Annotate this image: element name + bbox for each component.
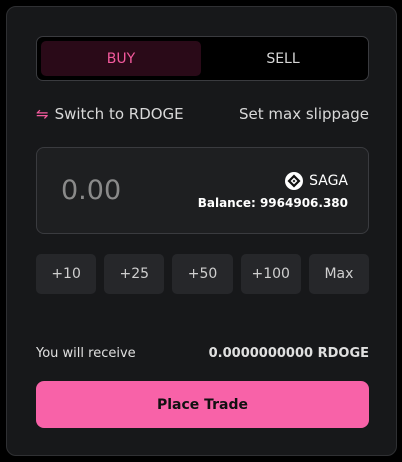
switch-token-link[interactable]: ⇋ Switch to RDOGE [36, 105, 184, 123]
buy-tab[interactable]: BUY [41, 41, 201, 76]
balance-text: Balance: 9964906.380 [197, 196, 348, 210]
amount-box: SAGA Balance: 9964906.380 [36, 147, 369, 234]
preset-amounts: +10 +25 +50 +100 Max [36, 254, 370, 294]
token-selector: SAGA [285, 172, 348, 190]
receive-row: You will receive 0.0000000000 RDOGE [36, 344, 369, 364]
trade-panel: BUY SELL ⇋ Switch to RDOGE Set max slipp… [6, 6, 397, 456]
receive-value: 0.0000000000 RDOGE [208, 346, 369, 361]
receive-label: You will receive [36, 346, 136, 361]
saga-logo-icon [285, 172, 304, 190]
set-max-slippage-link[interactable]: Set max slippage [239, 105, 369, 123]
swap-arrows-icon: ⇋ [36, 104, 49, 123]
preset-50-button[interactable]: +50 [172, 254, 233, 294]
preset-10-button[interactable]: +10 [36, 254, 97, 294]
preset-max-button[interactable]: Max [308, 254, 370, 294]
place-trade-button[interactable]: Place Trade [36, 381, 369, 428]
buy-sell-toggle: BUY SELL [36, 36, 369, 81]
sell-tab[interactable]: SELL [203, 41, 363, 76]
options-row: ⇋ Switch to RDOGE Set max slippage [36, 102, 369, 128]
preset-100-button[interactable]: +100 [240, 254, 301, 294]
token-name: SAGA [309, 173, 348, 189]
switch-token-label: Switch to RDOGE [54, 105, 184, 123]
preset-25-button[interactable]: +25 [104, 254, 165, 294]
